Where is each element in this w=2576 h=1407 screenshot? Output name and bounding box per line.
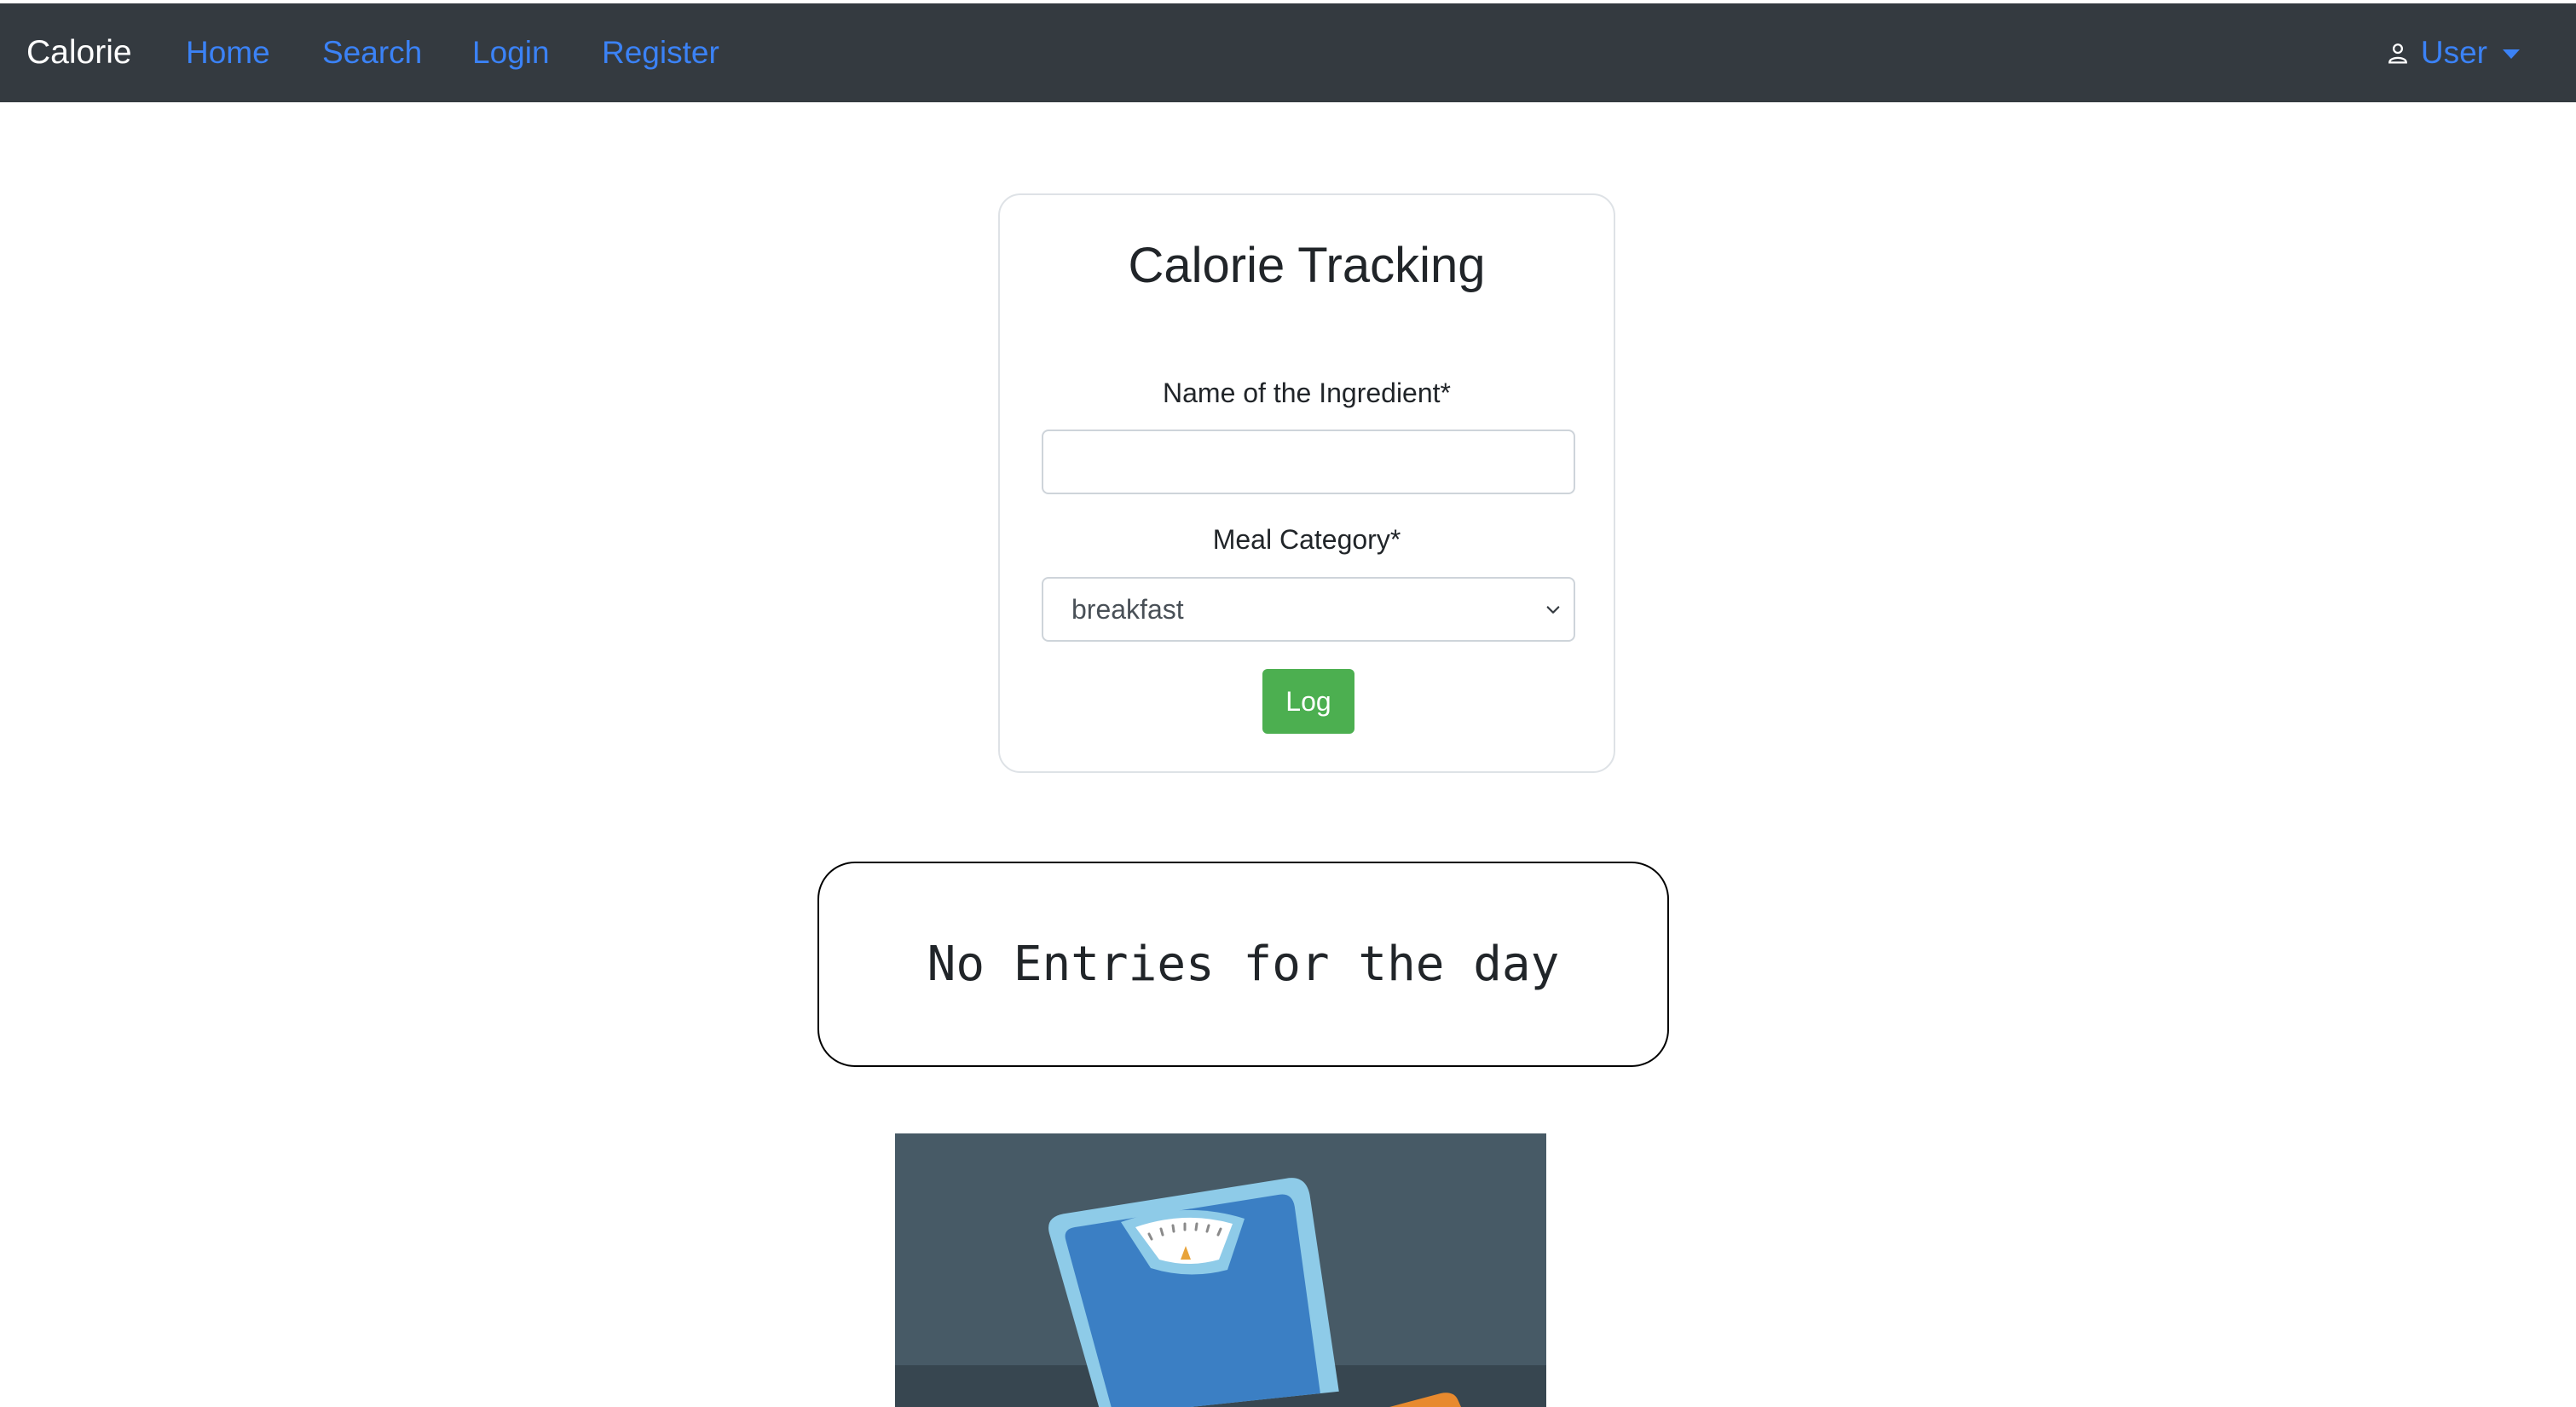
- bathroom-scale-illustration: [895, 1133, 1546, 1407]
- nav-link-home[interactable]: Home: [186, 3, 270, 102]
- user-menu-label: User: [2420, 35, 2487, 70]
- meal-category-select[interactable]: breakfast: [1042, 577, 1575, 642]
- card-title: Calorie Tracking: [1128, 238, 1486, 293]
- ingredient-label: Name of the Ingredient*: [1163, 378, 1451, 408]
- nav-link-search[interactable]: Search: [322, 3, 422, 102]
- navbar: Calorie Home Search Login Register User: [0, 3, 2576, 102]
- caret-down-icon: [2503, 49, 2520, 59]
- entries-panel: No Entries for the day: [817, 862, 1669, 1067]
- log-button[interactable]: Log: [1262, 669, 1354, 734]
- chevron-down-icon: [1546, 606, 1560, 614]
- calorie-tracking-card: Calorie Tracking Name of the Ingredient*…: [998, 193, 1615, 773]
- ingredient-input[interactable]: [1042, 430, 1575, 494]
- navbar-brand[interactable]: Calorie: [26, 3, 132, 102]
- meal-category-label: Meal Category*: [1212, 524, 1401, 555]
- empty-entries-message: No Entries for the day: [927, 937, 1560, 992]
- meal-category-value: breakfast: [1071, 594, 1184, 625]
- user-dropdown-toggle[interactable]: User: [2387, 3, 2520, 102]
- nav-link-register[interactable]: Register: [602, 3, 719, 102]
- nav-link-login[interactable]: Login: [472, 3, 550, 102]
- user-icon: [2388, 43, 2407, 64]
